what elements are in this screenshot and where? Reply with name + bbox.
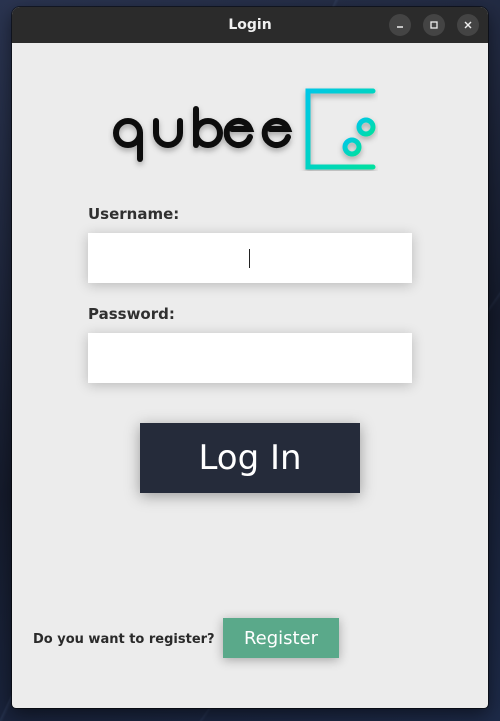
register-prompt: Do you want to register? <box>33 632 215 647</box>
username-input[interactable] <box>88 233 412 283</box>
window-title: Login <box>228 17 272 33</box>
maximize-icon[interactable] <box>423 14 445 36</box>
qubee-logo <box>113 88 376 170</box>
password-label: Password: <box>88 305 175 323</box>
register-button[interactable]: Register <box>223 618 339 658</box>
password-input[interactable] <box>88 333 412 383</box>
login-window: Login Username: Password: Log In Do you … <box>12 7 488 708</box>
title-bar[interactable]: Login <box>12 7 488 43</box>
close-icon[interactable] <box>457 14 479 36</box>
minimize-icon[interactable] <box>389 14 411 36</box>
dice-plus-circles-icon <box>305 88 376 170</box>
username-label: Username: <box>88 205 180 223</box>
text-caret <box>249 249 250 268</box>
login-button[interactable]: Log In <box>140 423 360 493</box>
